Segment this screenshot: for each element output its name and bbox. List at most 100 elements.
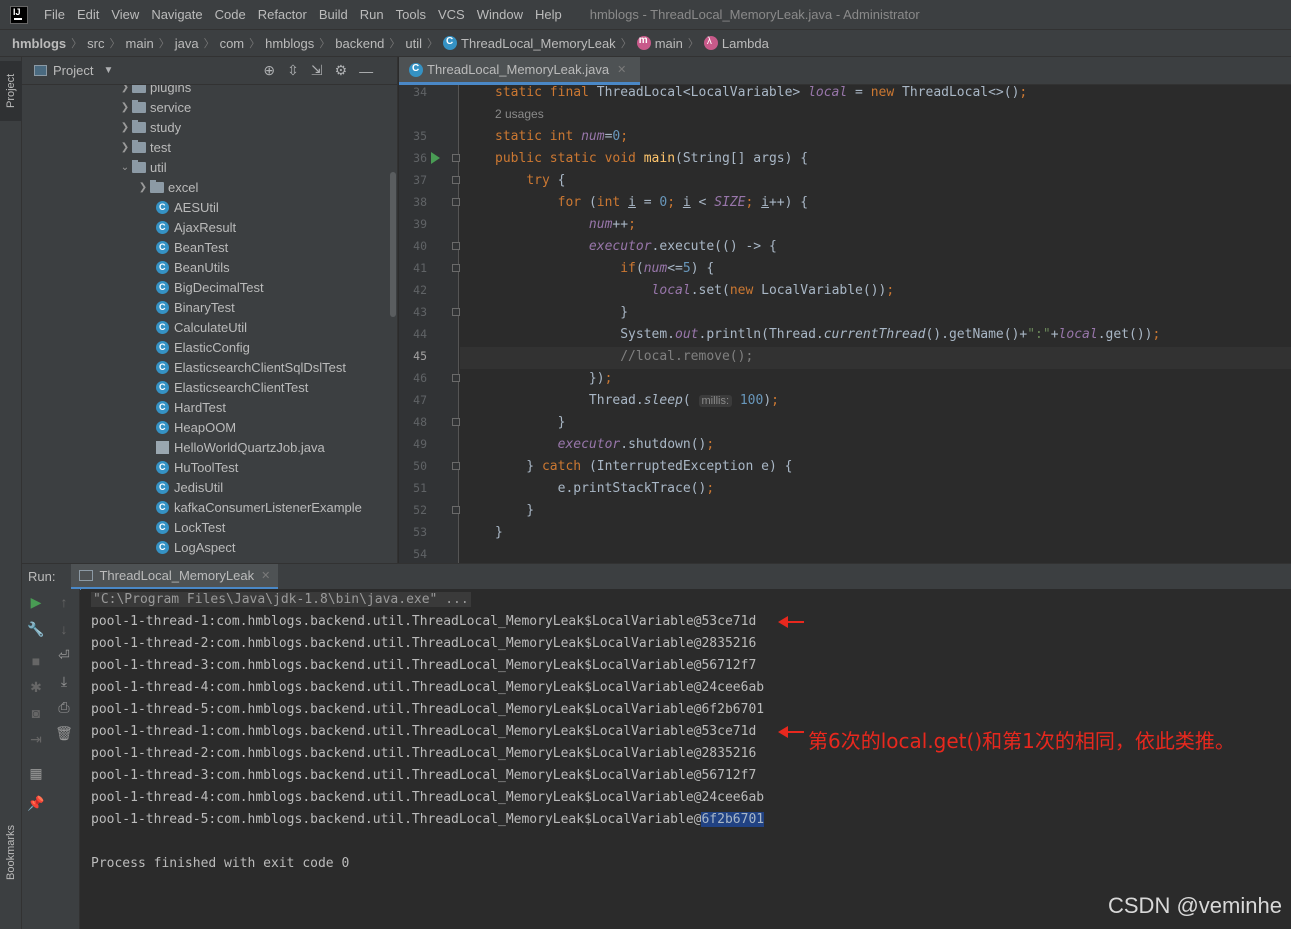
print-icon[interactable]: ⎙ — [50, 699, 78, 716]
menu-refactor[interactable]: Refactor — [258, 7, 307, 22]
exit-icon[interactable]: ⇥ — [22, 731, 50, 748]
usages-hint[interactable]: 2 usages — [495, 107, 544, 121]
wrench-icon[interactable]: 🔧 — [22, 621, 50, 638]
tree-item-class[interactable]: BigDecimalTest — [22, 277, 397, 297]
menu-tools[interactable]: Tools — [396, 7, 426, 22]
tree-item-service[interactable]: ❯ service — [22, 97, 397, 117]
tree-item-class[interactable]: HuToolTest — [22, 457, 397, 477]
fold-marker-icon[interactable] — [452, 462, 460, 470]
code-line: } catch (InterruptedException e) { — [495, 459, 793, 474]
line-number: 39 — [413, 217, 427, 231]
layout-icon[interactable]: ▦ — [22, 765, 50, 782]
tree-item-excel[interactable]: ❯ excel — [22, 177, 397, 197]
menu-code[interactable]: Code — [215, 7, 246, 22]
gear-icon[interactable]: ⚙ — [335, 62, 348, 79]
tree-item-class[interactable]: kafkaConsumerListenerExample — [22, 497, 397, 517]
tree-item-class[interactable]: HeapOOM — [22, 417, 397, 437]
fold-marker-icon[interactable] — [452, 506, 460, 514]
breadcrumb-project[interactable]: hmblogs — [12, 36, 66, 51]
menu-edit[interactable]: Edit — [77, 7, 99, 22]
run-gutter-icon[interactable] — [431, 152, 440, 164]
menu-run[interactable]: Run — [360, 7, 384, 22]
minimize-icon[interactable]: — — [359, 63, 373, 79]
tree-item-class[interactable]: BeanUtils — [22, 257, 397, 277]
selected-text[interactable]: 6f2b6701 — [701, 812, 765, 827]
camera-icon[interactable]: ◙ — [22, 705, 50, 721]
locate-icon[interactable]: ⊕ — [263, 62, 275, 79]
breadcrumb-lambda[interactable]: Lambda — [722, 36, 769, 51]
soft-wrap-icon[interactable]: ⏎ — [50, 647, 78, 664]
tree-item-label: HardTest — [174, 399, 227, 415]
run-tab[interactable]: ThreadLocal_MemoryLeak ✕ — [71, 563, 279, 590]
menu-build[interactable]: Build — [319, 7, 348, 22]
tree-item-class[interactable]: ElasticsearchClientSqlDslTest — [22, 357, 397, 377]
tree-item-class[interactable]: LogAspect — [22, 537, 397, 557]
arrow-up-icon[interactable]: ↑ — [50, 594, 78, 610]
chevron-right-icon[interactable]: ❯ — [118, 122, 132, 133]
tree-item-class[interactable]: AjaxResult — [22, 217, 397, 237]
scroll-to-end-icon[interactable]: ⤓ — [50, 673, 78, 690]
collapse-all-icon[interactable]: ⇲ — [311, 62, 323, 79]
fold-marker-icon[interactable] — [452, 418, 460, 426]
tree-item-util[interactable]: ⌄ util — [22, 157, 397, 177]
menu-vcs[interactable]: VCS — [438, 7, 465, 22]
trash-icon[interactable]: 🗑 — [50, 725, 78, 742]
tree-item-class[interactable]: BeanTest — [22, 237, 397, 257]
chevron-right-icon[interactable]: ❯ — [136, 182, 150, 193]
tool-tab-project[interactable]: Project — [0, 61, 22, 121]
breadcrumb-method[interactable]: main — [655, 36, 683, 51]
breadcrumb-com[interactable]: com — [220, 36, 245, 51]
tree-item-java-file[interactable]: HelloWorldQuartzJob.java — [22, 437, 397, 457]
breadcrumb-util[interactable]: util — [405, 36, 422, 51]
console-output[interactable]: "C:\Program Files\Java\jdk-1.8\bin\java.… — [81, 589, 1291, 929]
tree-item-class[interactable]: CalculateUtil — [22, 317, 397, 337]
fold-marker-icon[interactable] — [452, 374, 460, 382]
fold-marker-icon[interactable] — [452, 176, 460, 184]
tree-scrollbar[interactable] — [390, 172, 396, 317]
tree-item-class[interactable]: LockTest — [22, 517, 397, 537]
project-panel-title[interactable]: Project — [53, 63, 93, 78]
fold-marker-icon[interactable] — [452, 154, 460, 162]
fold-marker-icon[interactable] — [452, 198, 460, 206]
breadcrumb-hmblogs[interactable]: hmblogs — [265, 36, 314, 51]
tab-threadlocal-memoryleak[interactable]: ThreadLocal_MemoryLeak.java ✕ — [399, 57, 641, 85]
class-icon — [156, 380, 169, 394]
fold-marker-icon[interactable] — [452, 242, 460, 250]
breadcrumb-separator-icon: 〉 — [389, 38, 401, 50]
close-icon[interactable]: ✕ — [261, 569, 270, 582]
menu-view[interactable]: View — [111, 7, 139, 22]
menu-navigate[interactable]: Navigate — [151, 7, 202, 22]
arrow-down-icon[interactable]: ↓ — [50, 621, 78, 637]
tree-item-class[interactable]: HardTest — [22, 397, 397, 417]
fold-marker-icon[interactable] — [452, 308, 460, 316]
breadcrumb-main[interactable]: main — [126, 36, 154, 51]
tree-item-study[interactable]: ❯ study — [22, 117, 397, 137]
tree-item-class[interactable]: ElasticConfig — [22, 337, 397, 357]
chevron-down-icon[interactable]: ⌄ — [118, 162, 132, 173]
expand-all-icon[interactable]: ⇳ — [287, 62, 299, 79]
breadcrumb-class[interactable]: ThreadLocal_MemoryLeak — [461, 36, 616, 51]
tree-item-class[interactable]: ElasticsearchClientTest — [22, 377, 397, 397]
rerun-icon[interactable]: ▶ — [22, 594, 50, 611]
chevron-right-icon[interactable]: ❯ — [118, 142, 132, 153]
fold-marker-icon[interactable] — [452, 264, 460, 272]
menu-file[interactable]: File — [44, 7, 65, 22]
tree-item-class[interactable]: BinaryTest — [22, 297, 397, 317]
debug-icon[interactable]: ✱ — [22, 679, 50, 696]
tree-item-class[interactable]: JedisUtil — [22, 477, 397, 497]
menu-help[interactable]: Help — [535, 7, 562, 22]
menu-window[interactable]: Window — [477, 7, 523, 22]
breadcrumb-backend[interactable]: backend — [335, 36, 384, 51]
chevron-down-icon[interactable]: ▼ — [103, 65, 113, 76]
tool-tab-bookmarks[interactable]: Bookmarks — [0, 817, 22, 887]
chevron-right-icon[interactable]: ❯ — [118, 102, 132, 113]
tree-item-class[interactable]: AESUtil — [22, 197, 397, 217]
stop-icon[interactable]: ■ — [22, 653, 50, 669]
code-editor[interactable]: static final ThreadLocal<LocalVariable> … — [460, 85, 1291, 563]
close-icon[interactable]: ✕ — [617, 63, 626, 76]
tree-item-test[interactable]: ❯ test — [22, 137, 397, 157]
pin-icon[interactable]: 📌 — [22, 795, 50, 812]
breadcrumb-java[interactable]: java — [175, 36, 199, 51]
breadcrumb-src[interactable]: src — [87, 36, 104, 51]
class-icon — [156, 240, 169, 254]
